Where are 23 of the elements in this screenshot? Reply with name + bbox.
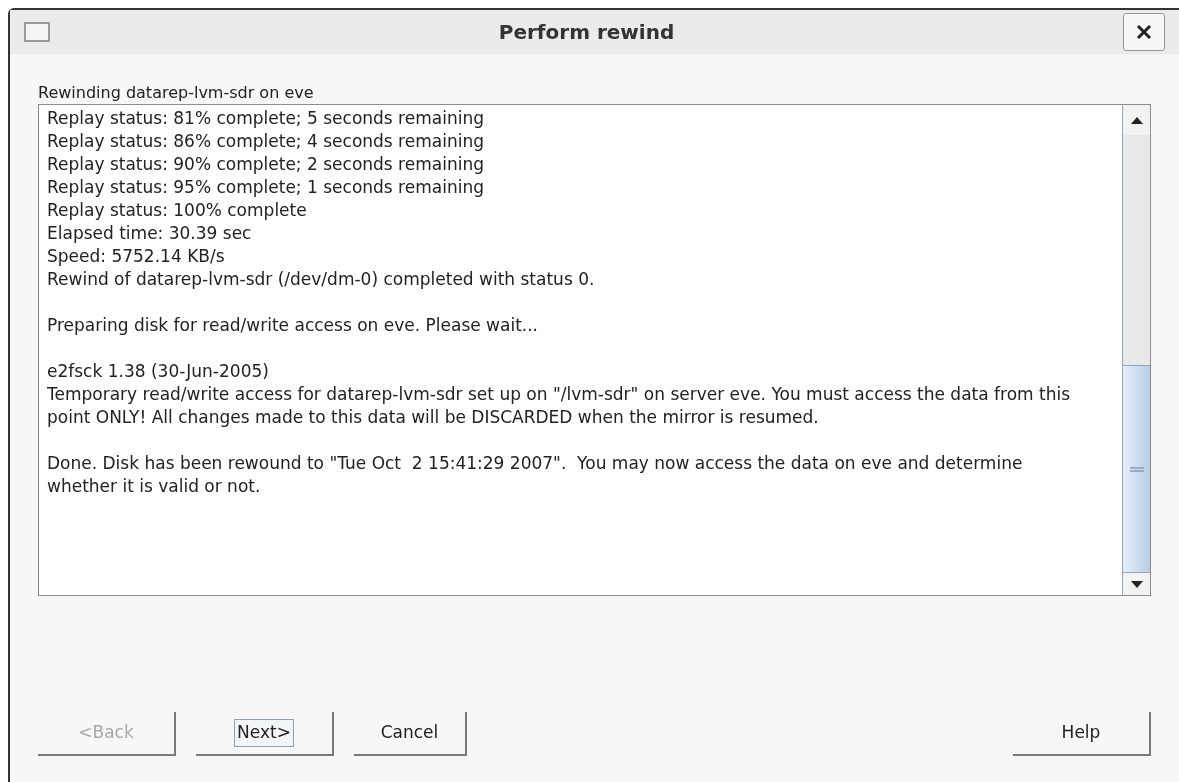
wizard-button[interactable]: Cancel bbox=[354, 712, 467, 756]
scroll-down-arrow-icon[interactable] bbox=[1130, 580, 1143, 588]
log-line: Temporary read/write access for datarep-lvm-sdr set up on "/lvm-sdr" on server eve. You must access the data from this point ONLY! All changes made to this data will be DISCARDED when the mirror is resumed. bbox=[47, 383, 1072, 429]
window-title: Perform rewind bbox=[497, 19, 676, 46]
log-line: Preparing disk for read/write access on eve. Please wait... bbox=[47, 314, 540, 337]
scroll-up-arrow-icon[interactable] bbox=[1130, 116, 1143, 124]
log-line: Replay status: 81% complete; 5 seconds remaining bbox=[47, 107, 485, 130]
help-button[interactable]: Help bbox=[1013, 712, 1151, 756]
close-button[interactable] bbox=[1123, 13, 1165, 51]
wizard-button[interactable]: Next> bbox=[196, 712, 334, 756]
caption-label: Rewinding datarep-lvm-sdr on eve bbox=[38, 82, 315, 104]
log-line: Rewind of datarep-lvm-sdr (/dev/dm-0) completed with status 0. bbox=[47, 268, 596, 291]
close-icon bbox=[1136, 24, 1152, 40]
log-line: Speed: 5752.14 KB/s bbox=[47, 245, 226, 268]
log-line: Replay status: 86% complete; 4 seconds remaining bbox=[47, 130, 485, 153]
log-line: e2fsck 1.38 (30-Jun-2005) bbox=[47, 360, 270, 383]
log-line: Done. Disk has been rewound to "Tue Oct 2 15:41:29 2007". You may now access the data on eve and determine whether it is valid or not. bbox=[47, 452, 1024, 498]
log-line: Replay status: 95% complete; 1 seconds remaining bbox=[47, 176, 485, 199]
log-line: Replay status: 100% complete bbox=[47, 199, 308, 222]
log-line: Replay status: 90% complete; 2 seconds remaining bbox=[47, 153, 485, 176]
window-icon bbox=[24, 22, 50, 42]
log-line: Elapsed time: 30.39 sec bbox=[47, 222, 253, 245]
scroll-thumb[interactable] bbox=[1123, 365, 1150, 573]
